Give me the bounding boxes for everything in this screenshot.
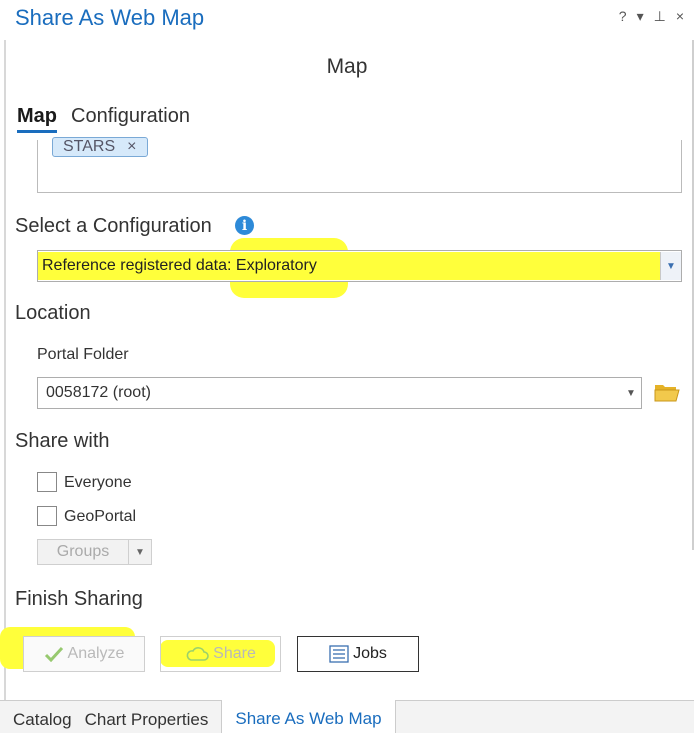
jobs-button[interactable]: Jobs: [297, 636, 419, 672]
list-icon: [329, 645, 349, 663]
portal-folder-value: 0058172 (root): [46, 384, 151, 401]
checkmark-icon: [44, 646, 63, 662]
tag-chip: STARS ×: [52, 137, 148, 157]
analyze-label: Analyze: [67, 645, 125, 662]
share-label: Share: [213, 645, 256, 662]
close-icon[interactable]: ×: [676, 8, 684, 25]
tab-catalog[interactable]: Catalog: [0, 701, 85, 733]
share-with-heading: Share with: [15, 430, 110, 452]
chevron-down-icon[interactable]: ▼: [660, 252, 681, 280]
analyze-button[interactable]: Analyze: [23, 636, 145, 672]
tab-map[interactable]: Map: [17, 105, 57, 133]
geoportal-label: GeoPortal: [64, 508, 137, 525]
chevron-down-icon[interactable]: ▼: [129, 540, 151, 564]
help-icon[interactable]: ?: [619, 8, 627, 25]
location-heading: Location: [15, 302, 91, 324]
portal-folder-label: Portal Folder: [37, 346, 129, 363]
folder-icon[interactable]: [654, 381, 680, 408]
groups-label: Groups: [38, 540, 129, 564]
cloud-icon: [186, 647, 209, 661]
tab-share-as-web-map[interactable]: Share As Web Map: [221, 700, 396, 733]
jobs-label: Jobs: [353, 645, 387, 662]
share-button[interactable]: Share: [160, 636, 281, 672]
tag-remove-icon[interactable]: ×: [127, 138, 136, 156]
everyone-label: Everyone: [64, 474, 132, 491]
configuration-heading: Select a Configuration: [15, 215, 212, 237]
finish-sharing-heading: Finish Sharing: [15, 588, 143, 610]
geoportal-checkbox[interactable]: [37, 506, 57, 526]
everyone-checkbox[interactable]: [37, 472, 57, 492]
configuration-value: Reference registered data: Exploratory: [38, 252, 660, 280]
groups-button[interactable]: Groups ▼: [37, 539, 152, 565]
pane-title: Share As Web Map: [15, 5, 205, 30]
bottom-tab-bar: Catalog Chart Properties Share As Web Ma…: [0, 700, 694, 733]
chevron-down-icon[interactable]: ▼: [621, 388, 641, 399]
info-icon[interactable]: i: [235, 216, 254, 235]
window-controls: ? ▾ ⊥ ×: [619, 8, 684, 25]
portal-folder-select[interactable]: 0058172 (root) ▼: [37, 377, 642, 409]
left-border: [4, 40, 6, 700]
pane-subtitle: Map: [326, 55, 368, 78]
tab-bar: Map Configuration: [17, 105, 190, 133]
tag-label: STARS: [63, 138, 116, 155]
menu-dropdown-icon[interactable]: ▾: [637, 8, 644, 25]
configuration-select[interactable]: Reference registered data: Exploratory ▼: [37, 250, 682, 282]
pin-icon[interactable]: ⊥: [654, 8, 666, 25]
tab-chart-properties[interactable]: Chart Properties: [85, 701, 222, 733]
tab-configuration[interactable]: Configuration: [71, 105, 190, 133]
